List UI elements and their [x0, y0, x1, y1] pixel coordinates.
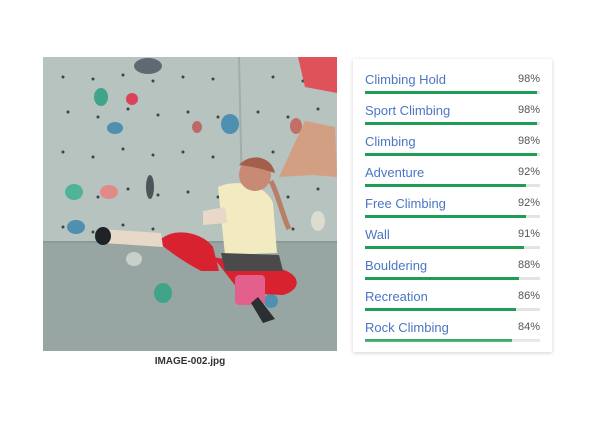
label-score: 98% — [517, 73, 540, 85]
label-score: 92% — [517, 166, 540, 178]
labels-panel[interactable]: Climbing Hold 98% Sport Climbing 98% Climbin… — [353, 59, 552, 352]
label-score: 98% — [517, 135, 540, 147]
label-row[interactable]: Sport Climbing 98% — [353, 93, 552, 125]
label-row[interactable]: Adventure 92% — [353, 155, 552, 187]
climbing-photo-illustration — [43, 57, 337, 351]
label-name: Wall — [365, 227, 390, 242]
label-row[interactable]: Wall 91% — [353, 217, 552, 249]
label-row[interactable]: Free Climbing 92% — [353, 186, 552, 218]
label-score: 91% — [517, 228, 540, 240]
label-row[interactable]: Climbing 98% — [353, 124, 552, 156]
label-name: Rock Climbing — [365, 320, 449, 335]
label-name: Free Climbing — [365, 196, 446, 211]
panel-fade-overlay — [353, 338, 552, 352]
label-row[interactable]: Rock Climbing 84% — [353, 310, 552, 342]
label-name: Recreation — [365, 289, 428, 304]
label-score: 84% — [517, 321, 540, 333]
label-score: 88% — [517, 259, 540, 271]
label-score: 92% — [517, 197, 540, 209]
label-name: Adventure — [365, 165, 425, 180]
label-score: 98% — [517, 104, 540, 116]
label-name: Sport Climbing — [365, 103, 451, 118]
label-score: 86% — [517, 290, 540, 302]
label-name: Climbing — [365, 134, 416, 149]
label-name: Climbing Hold — [365, 72, 446, 87]
label-name: Bouldering — [365, 258, 428, 273]
label-row[interactable]: Bouldering 88% — [353, 248, 552, 280]
image-filename-caption: IMAGE-002.jpg — [154, 356, 226, 367]
label-row[interactable]: Climbing Hold 98% — [353, 62, 552, 94]
label-row[interactable]: Recreation 86% — [353, 279, 552, 311]
climbing-photo[interactable] — [43, 57, 337, 351]
